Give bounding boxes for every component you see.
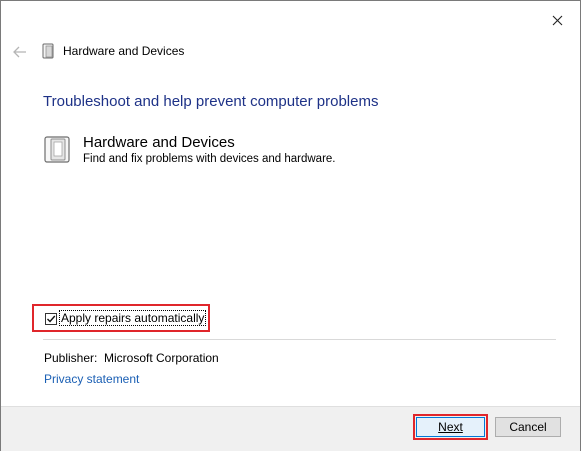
- troubleshooter-window: Hardware and Devices Troubleshoot and he…: [0, 0, 581, 451]
- hardware-devices-icon: [42, 43, 54, 59]
- apply-repairs-label[interactable]: Apply repairs automatically: [58, 310, 207, 326]
- task-description: Find and fix problems with devices and h…: [83, 153, 336, 165]
- window-title: Hardware and Devices: [63, 44, 185, 58]
- close-icon: [552, 15, 562, 25]
- task-title: Hardware and Devices: [83, 134, 235, 151]
- apply-repairs-checkbox[interactable]: [45, 313, 57, 325]
- checkmark-icon: [47, 315, 56, 323]
- close-button[interactable]: [546, 9, 568, 31]
- footer-bar: Next Cancel: [1, 406, 580, 451]
- privacy-statement-link[interactable]: Privacy statement: [44, 372, 139, 386]
- page-heading: Troubleshoot and help prevent computer p…: [43, 93, 379, 110]
- next-button[interactable]: Next: [413, 414, 488, 440]
- hardware-devices-icon: [44, 136, 70, 163]
- nav-bar: Hardware and Devices: [1, 39, 580, 65]
- cancel-button-label: Cancel: [509, 420, 547, 434]
- publisher-label: Publisher:: [44, 351, 98, 365]
- divider: [43, 339, 556, 340]
- apply-repairs-option[interactable]: Apply repairs automatically: [32, 304, 210, 332]
- back-arrow-icon: [13, 46, 26, 58]
- publisher-value: Microsoft Corporation: [104, 351, 219, 365]
- cancel-button[interactable]: Cancel: [495, 417, 561, 437]
- back-button[interactable]: [11, 43, 29, 61]
- next-button-label: Next: [438, 420, 463, 434]
